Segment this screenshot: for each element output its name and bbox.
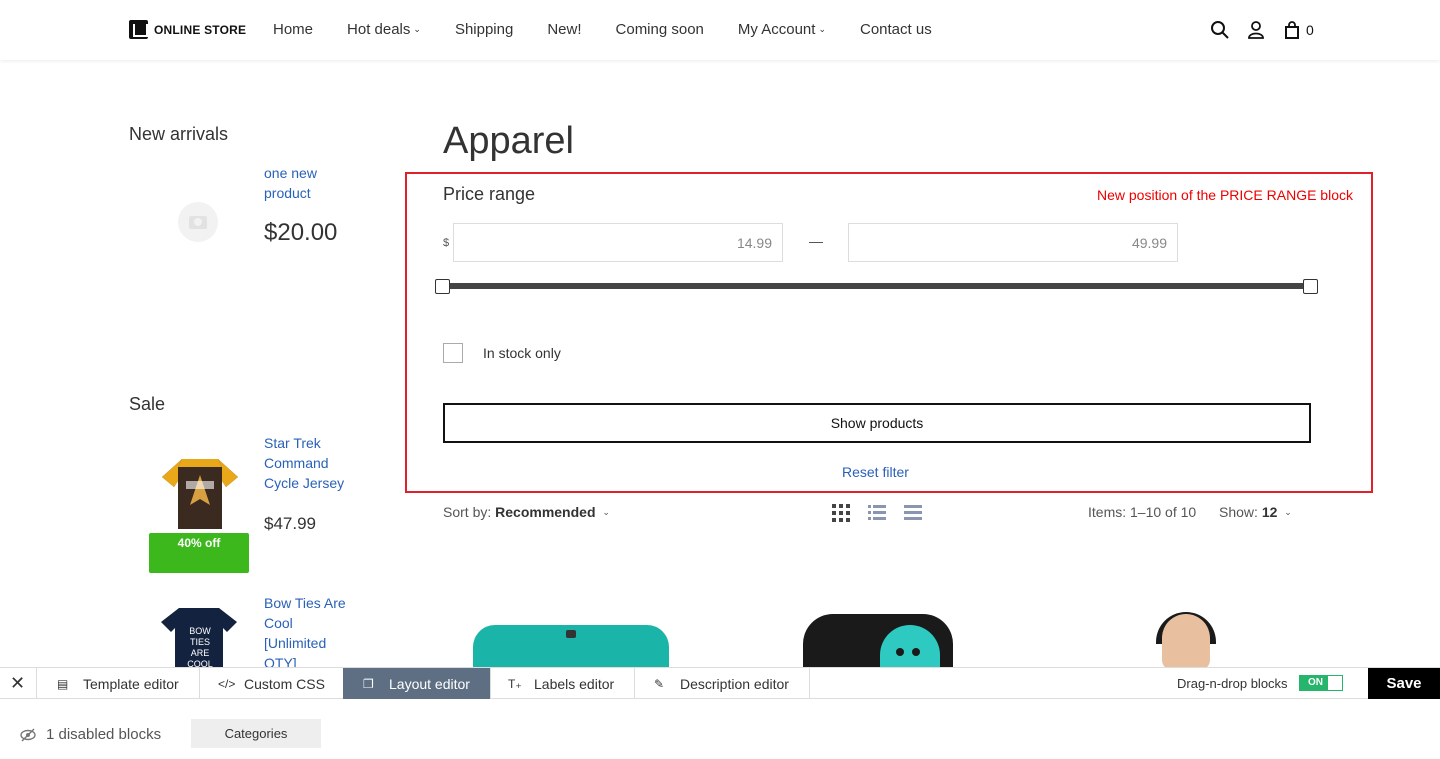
drag-drop-label: Drag-n-drop blocks [1177, 676, 1288, 691]
nav-hot-deals-label: Hot deals [347, 21, 411, 38]
price-min-input[interactable]: 14.99 [453, 223, 783, 262]
description-editor-tab[interactable]: ✎ Description editor [634, 668, 810, 699]
editor-toolbar: ✕ ▤ Template editor </> Custom CSS ❐ Lay… [0, 667, 1440, 699]
code-icon: </> [218, 676, 236, 691]
per-page-control[interactable]: Show: 12 ⌄ [1219, 504, 1292, 520]
user-icon[interactable] [1246, 20, 1266, 40]
nav-new[interactable]: New! [547, 21, 581, 38]
disabled-blocks-count: 1 disabled blocks [46, 726, 162, 743]
template-icon: ▤ [57, 676, 69, 691]
labels-editor-label: Labels editor [534, 675, 615, 692]
nav-coming-soon[interactable]: Coming soon [616, 21, 704, 38]
items-count: Items: 1–10 of 10 [1088, 504, 1197, 520]
logo-icon [129, 20, 148, 39]
table-view-icon[interactable] [904, 504, 922, 522]
in-stock-checkbox[interactable] [443, 343, 463, 363]
site-header: ONLINE STORE Home Hot deals ⌄ Shipping Ne… [0, 0, 1440, 60]
layout-editor-tab[interactable]: ❐ Layout editor [343, 668, 491, 699]
price-slider-track[interactable] [443, 283, 1311, 289]
product-image-model[interactable] [1162, 614, 1210, 670]
close-icon: ✕ [10, 673, 26, 693]
toggle-knob [1328, 676, 1342, 690]
toggle-state: ON [1308, 677, 1323, 688]
labels-editor-tab[interactable]: T₊ Labels editor [488, 668, 636, 699]
currency-symbol: $ [443, 237, 450, 249]
cart-count: 0 [1306, 22, 1314, 38]
price-slider-max-handle[interactable] [1303, 279, 1318, 294]
new-arrivals-title: New arrivals [129, 124, 229, 144]
save-button[interactable]: Save [1368, 668, 1440, 699]
sort-value: Recommended [495, 504, 596, 520]
close-editor-button[interactable]: ✕ [0, 668, 37, 699]
price-range-note: New position of the PRICE RANGE block [1097, 187, 1353, 203]
grid-view-icon[interactable] [832, 504, 850, 522]
new-product-price: $20.00 [264, 219, 338, 246]
price-range-highlight [405, 172, 1373, 493]
jersey-image[interactable] [160, 455, 240, 533]
header-actions: 0 [1210, 20, 1314, 40]
nav-shipping[interactable]: Shipping [455, 21, 513, 38]
disabled-blocks-info: 1 disabled blocks [20, 726, 161, 743]
eye-slash-icon [20, 728, 36, 741]
camera-placeholder-icon[interactable] [178, 202, 218, 242]
show-products-button[interactable]: Show products [443, 403, 1311, 443]
list-view-icon[interactable] [868, 504, 886, 522]
drag-drop-toggle[interactable]: ON [1299, 675, 1343, 691]
description-editor-label: Description editor [680, 675, 789, 692]
chevron-down-icon: ⌄ [818, 24, 826, 34]
sale-product-link-jersey[interactable]: Star Trek Command Cycle Jersey [264, 433, 356, 493]
nav-my-account-label: My Account [737, 21, 816, 38]
sale-product-price-jersey: $47.99 [264, 514, 316, 533]
page-title: Apparel [443, 120, 574, 162]
store-logo[interactable]: ONLINE STORE [129, 20, 246, 39]
nav-contact-us[interactable]: Contact us [860, 21, 932, 38]
discount-badge: 40% off [149, 533, 249, 573]
sort-label: Sort by: [443, 504, 492, 520]
logo-text: ONLINE STORE [154, 22, 247, 37]
range-dash [809, 242, 823, 243]
template-editor-tab[interactable]: ▤ Template editor [37, 668, 200, 699]
octopus-eye [912, 648, 920, 656]
nav-home[interactable]: Home [273, 21, 313, 38]
price-max-input[interactable]: 49.99 [848, 223, 1178, 262]
sale-product-link-bowties[interactable]: Bow Ties Are Cool [Unlimited QTY] [264, 593, 356, 667]
edit-document-icon: ✎ [654, 676, 665, 691]
tee-label-graphic [566, 630, 576, 638]
chevron-down-icon: ⌄ [1284, 507, 1292, 517]
chevron-down-icon: ⌄ [413, 24, 421, 34]
categories-block-button[interactable]: Categories [191, 719, 321, 748]
per-page-label: Show: [1219, 504, 1258, 520]
disabled-blocks-bar: 1 disabled blocks Categories [0, 699, 1440, 759]
search-icon[interactable] [1210, 20, 1230, 40]
layout-editor-label: Layout editor [389, 675, 470, 692]
in-stock-label: In stock only [483, 345, 561, 361]
tshirt-print: BOW TIES ARE COOL [187, 626, 213, 669]
new-product-link[interactable]: one new product [264, 163, 356, 203]
price-range-title: Price range [443, 184, 536, 204]
sort-control[interactable]: Sort by: Recommended ⌄ [443, 504, 610, 520]
custom-css-label: Custom CSS [244, 675, 325, 692]
cart-icon[interactable] [1282, 20, 1302, 40]
price-slider-min-handle[interactable] [435, 279, 450, 294]
per-page-value: 12 [1261, 504, 1278, 520]
nav-my-account[interactable]: My Account ⌄ [738, 21, 826, 38]
text-icon: T₊ [508, 676, 522, 691]
chevron-down-icon: ⌄ [602, 507, 610, 517]
nav-hot-deals[interactable]: Hot deals ⌄ [347, 21, 421, 38]
octopus-eye [896, 648, 904, 656]
main-nav: Home Hot deals ⌄ Shipping New! Coming soo… [273, 21, 966, 38]
sale-title: Sale [129, 394, 166, 414]
custom-css-tab[interactable]: </> Custom CSS [198, 668, 346, 699]
reset-filter-link[interactable]: Reset filter [842, 464, 909, 480]
layout-icon: ❐ [363, 676, 374, 691]
template-editor-label: Template editor [83, 675, 179, 692]
